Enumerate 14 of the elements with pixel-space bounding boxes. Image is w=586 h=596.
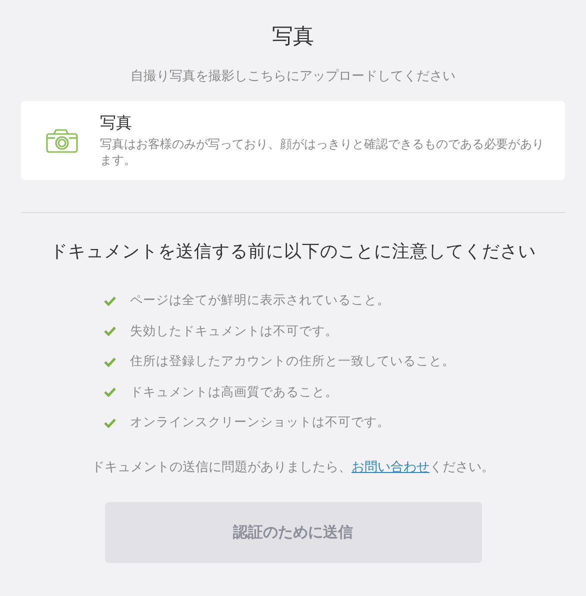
contact-link[interactable]: お問い合わせ [352,460,430,475]
upload-card[interactable]: 写真 写真はお客様のみが写っており、顔がはっきりと確認できるものである必要があります。 [21,101,565,180]
checklist-item: ドキュメントは高画質であること。 [130,384,338,401]
notice-heading: ドキュメントを送信する前に以下のことに注意してください [50,241,536,264]
instruction-text: 自撮り写真を撮影しこちらにアップロードしてください [130,68,456,85]
camera-icon [46,128,78,153]
checklist-item: ページは全てが鮮明に表示されていること。 [130,292,390,310]
checklist-item: 失効したドキュメントは不可です。 [130,322,338,340]
page-title: 写真 [272,23,314,50]
checklist-item: オンラインスクリーンショットは不可です。 [130,414,390,432]
card-title: 写真 [100,113,133,134]
card-description: 写真はお客様のみが写っており、顔がはっきりと確認できるものである必要があります。 [100,136,545,168]
help-text: ドキュメントの送信に問題がありましたら、お問い合わせ ください。 [92,458,494,476]
checklist-item: 住所は登録したアカウントの住所と一致していること。 [130,353,455,370]
